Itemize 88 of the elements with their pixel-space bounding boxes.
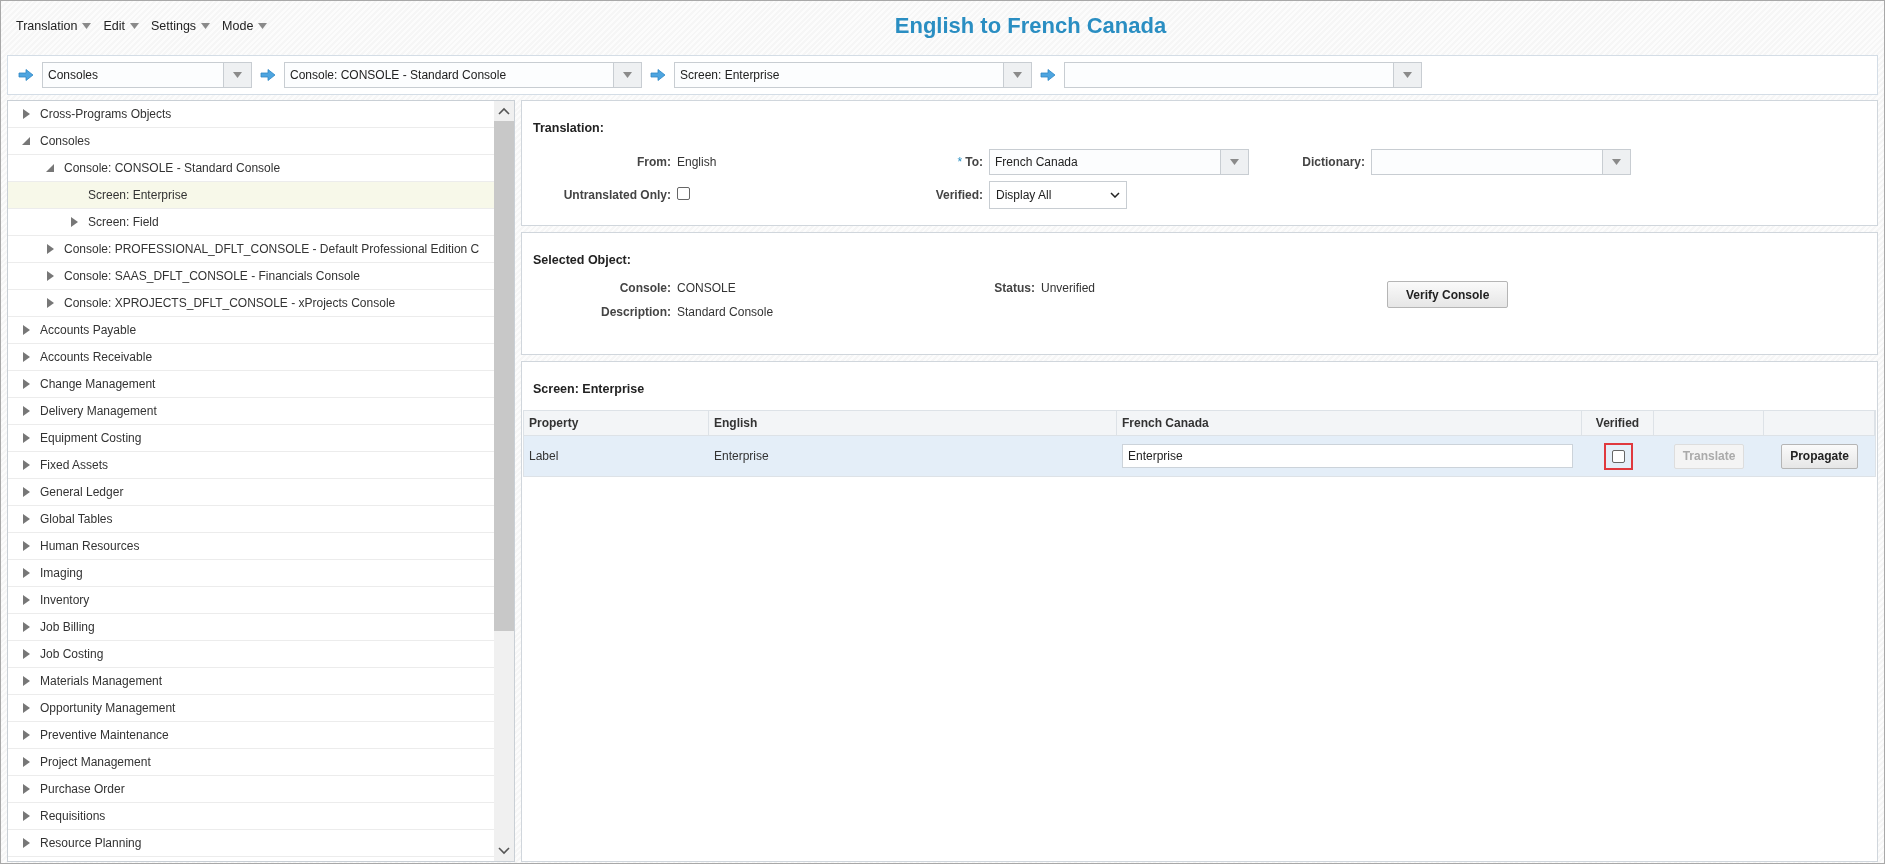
- field-value: English: [677, 155, 718, 169]
- scroll-down-icon[interactable]: [498, 847, 510, 855]
- collapsed-triangle-icon[interactable]: [46, 298, 54, 308]
- column-header: Property: [524, 411, 709, 436]
- field-value: CONSOLE: [677, 281, 737, 295]
- section-title: Selected Object:: [533, 253, 632, 267]
- translation-input[interactable]: Enterprise: [1122, 444, 1573, 468]
- collapsed-triangle-icon[interactable]: [22, 703, 30, 713]
- table-cell: Enterprise: [709, 436, 1117, 476]
- expanded-triangle-icon[interactable]: [46, 164, 54, 172]
- caret-icon: [623, 72, 632, 78]
- collapsed-triangle-icon[interactable]: [46, 244, 54, 254]
- column-header: Verified: [1582, 411, 1654, 436]
- dropdown-button[interactable]: [1602, 150, 1630, 174]
- section-title: Screen: Enterprise: [532, 382, 646, 396]
- arrow-right-icon: [260, 69, 276, 81]
- field-label: Status:: [994, 281, 1035, 295]
- collapsed-triangle-icon[interactable]: [22, 325, 30, 335]
- caret-icon: [1612, 159, 1621, 165]
- path-combo-box[interactable]: Consoles: [42, 62, 252, 88]
- caret-icon: [82, 23, 92, 29]
- collapsed-triangle-icon[interactable]: [22, 379, 30, 389]
- propagate-button[interactable]: Propagate: [1781, 443, 1858, 469]
- menu-item[interactable]: Edit: [103, 17, 139, 35]
- dropdown-button[interactable]: [613, 63, 641, 87]
- field-label: Untranslated Only:: [563, 188, 671, 202]
- collapsed-triangle-icon[interactable]: [22, 487, 30, 497]
- collapsed-triangle-icon[interactable]: [22, 622, 30, 632]
- collapsed-triangle-icon[interactable]: [22, 676, 30, 686]
- expanded-triangle-icon[interactable]: [22, 137, 30, 145]
- collapsed-triangle-icon[interactable]: [22, 784, 30, 794]
- arrow-right-icon: [650, 69, 666, 81]
- caret-icon: [1403, 72, 1412, 78]
- collapsed-triangle-icon[interactable]: [22, 514, 30, 524]
- caret-icon: [129, 23, 139, 29]
- collapsed-triangle-icon[interactable]: [22, 595, 30, 605]
- collapsed-triangle-icon[interactable]: [22, 406, 30, 416]
- menu-item[interactable]: Settings: [150, 17, 211, 35]
- collapsed-triangle-icon[interactable]: [22, 811, 30, 821]
- collapsed-triangle-icon[interactable]: [22, 352, 30, 362]
- field-label: From:: [637, 155, 671, 169]
- column-header: English: [709, 411, 1117, 436]
- checkbox[interactable]: [677, 187, 690, 200]
- dropdown-button[interactable]: [1003, 63, 1031, 87]
- collapsed-triangle-icon[interactable]: [70, 217, 78, 227]
- dropdown-button[interactable]: [223, 63, 251, 87]
- scrollbar[interactable]: [494, 101, 514, 861]
- caret-icon: [233, 72, 242, 78]
- collapsed-triangle-icon[interactable]: [22, 838, 30, 848]
- collapsed-triangle-icon[interactable]: [22, 730, 30, 740]
- field-label: * To:: [957, 155, 983, 169]
- field-label: Console:: [619, 281, 671, 295]
- collapsed-triangle-icon[interactable]: [46, 271, 54, 281]
- dropdown-button[interactable]: [1220, 150, 1248, 174]
- collapsed-triangle-icon[interactable]: [22, 649, 30, 659]
- table-cell: Label: [524, 436, 709, 476]
- caret-icon: [201, 23, 211, 29]
- field-value: Unverified: [1041, 281, 1097, 295]
- field-label: Description:: [601, 305, 671, 319]
- dropdown-button[interactable]: [1393, 63, 1421, 87]
- collapsed-triangle-icon[interactable]: [22, 541, 30, 551]
- tree-row[interactable]: Screen: Enterprise: [8, 182, 494, 209]
- path-combo-box[interactable]: Screen: Enterprise: [674, 62, 1032, 88]
- collapsed-triangle-icon[interactable]: [22, 568, 30, 578]
- page-title: English to French Canada: [893, 13, 1167, 39]
- caret-icon: [1230, 159, 1239, 165]
- collapsed-triangle-icon[interactable]: [22, 757, 30, 767]
- collapsed-triangle-icon[interactable]: [22, 433, 30, 443]
- scroll-up-icon[interactable]: [498, 107, 510, 115]
- column-header: French Canada: [1117, 411, 1582, 436]
- language-combo-box[interactable]: French Canada: [989, 149, 1249, 175]
- collapsed-triangle-icon[interactable]: [22, 460, 30, 470]
- checkbox[interactable]: [1611, 449, 1625, 463]
- section-title: Translation:: [533, 121, 605, 135]
- menu-item[interactable]: Mode: [222, 17, 268, 35]
- verify-console-button[interactable]: Verify Console: [1387, 281, 1509, 308]
- verified-select[interactable]: Display All: [989, 181, 1127, 209]
- path-combo-box[interactable]: Console: CONSOLE - Standard Console: [284, 62, 642, 88]
- field-label: Dictionary:: [1302, 155, 1365, 169]
- arrow-right-icon: [18, 69, 34, 81]
- chevron-down-icon: [1110, 192, 1120, 198]
- arrow-right-icon: [1040, 69, 1056, 81]
- field-label: Verified:: [935, 188, 983, 202]
- collapsed-triangle-icon[interactable]: [22, 109, 30, 119]
- caret-icon: [1013, 72, 1022, 78]
- field-value: Standard Console: [677, 305, 775, 319]
- caret-icon: [258, 23, 268, 29]
- menu-item[interactable]: Translation: [16, 17, 92, 35]
